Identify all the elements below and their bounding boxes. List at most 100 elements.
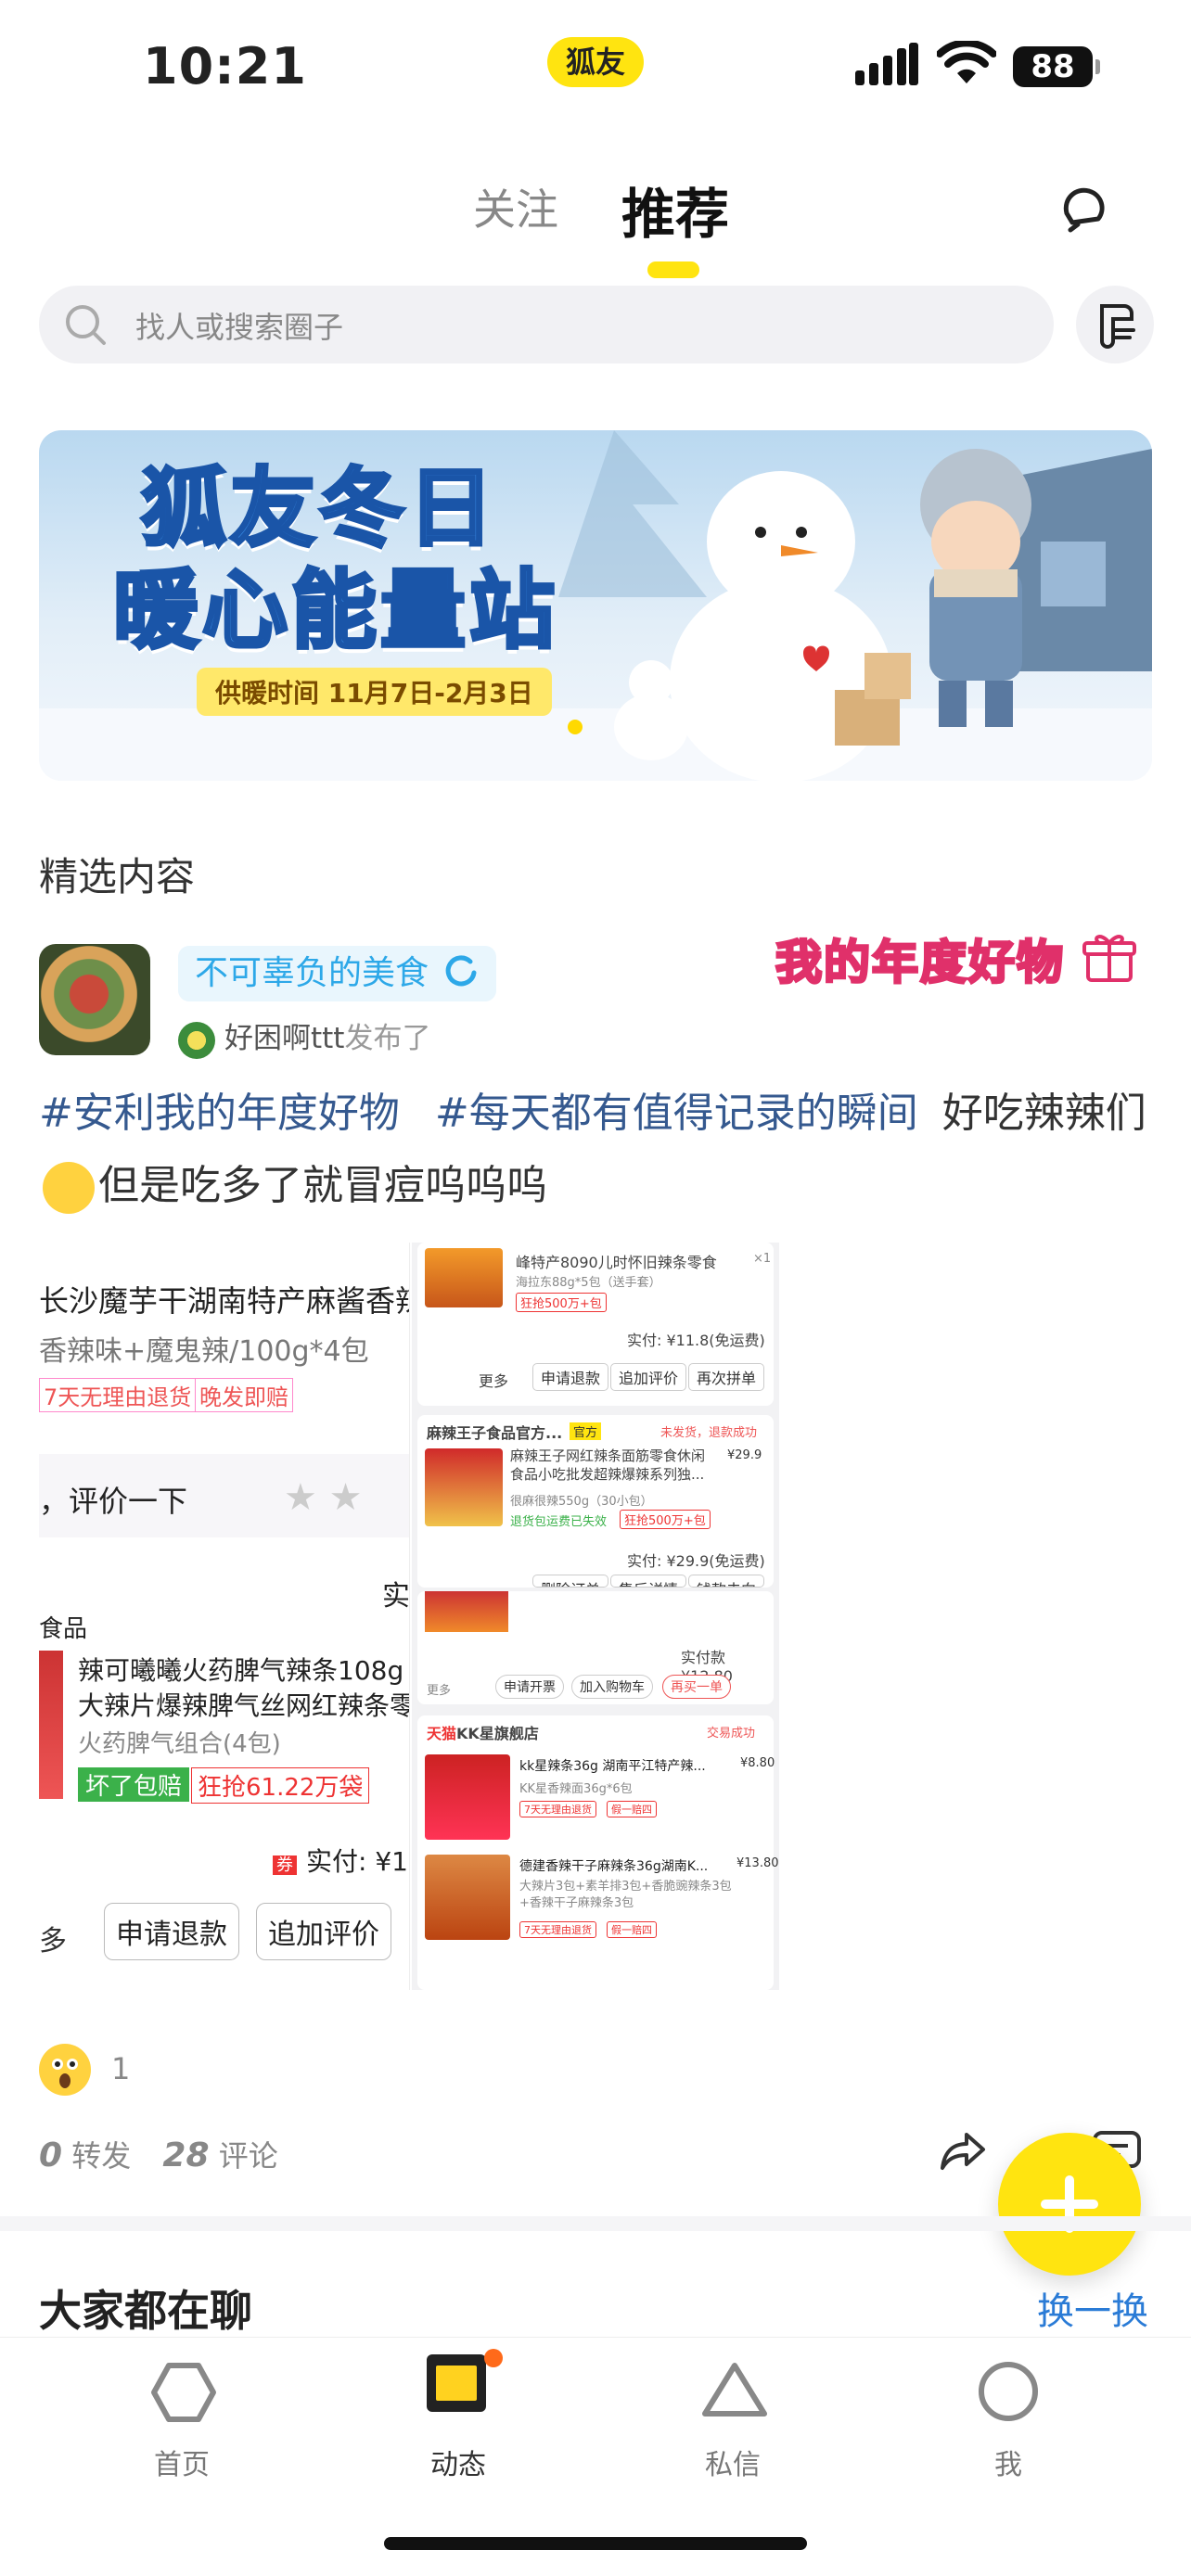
order-tag: 7天无理由退货 (519, 1921, 596, 1938)
product-thumb (425, 1248, 503, 1307)
product-spec: 香辣味+魔鬼辣/100g*4包 (39, 1335, 369, 1368)
post-action: 发布了 (344, 1022, 431, 1055)
item-name-2: 大辣片爆辣脾气丝网红辣条零 (78, 1690, 410, 1721)
triangle-messages-icon (702, 2363, 767, 2417)
order-price: ¥8.80 (740, 1756, 775, 1770)
nav-label: 私信 (705, 2449, 761, 2481)
refresh-link[interactable]: 换一换 (1037, 2281, 1148, 2335)
add-review-button[interactable]: 追加评价 (610, 1363, 687, 1391)
hashtag-link[interactable]: #安利我的年度好物 (39, 1090, 400, 1137)
mall-name: 天猫 (427, 1725, 457, 1742)
search-input[interactable]: 找人或搜索圈子 (39, 286, 1054, 363)
comment-label[interactable]: 评论 (219, 2138, 278, 2174)
post-body-2: 但是吃多了就冒痘呜呜呜 (98, 1162, 547, 1209)
delete-order-button[interactable]: 删除订单 (532, 1575, 609, 1588)
order-tag: 假一赔四 (607, 1921, 657, 1938)
hashtag-link[interactable]: #每天都有值得记录的瞬间 (435, 1090, 918, 1137)
refresh-icon (446, 955, 477, 987)
order-spec: 很麻很辣550g（30小包） (510, 1495, 653, 1509)
nav-messages[interactable]: 私信 (649, 2338, 816, 2481)
invoice-button[interactable]: 申请开票 (495, 1675, 564, 1699)
nav-home[interactable]: 首页 (98, 2338, 265, 2481)
after-sale-button[interactable]: 售后详情 (610, 1575, 687, 1588)
author-avatar[interactable] (178, 1021, 215, 1059)
gift-icon (1082, 935, 1137, 982)
author-name[interactable]: 好困啊ttt (224, 1022, 344, 1055)
post-image-2[interactable]: 峰特产8090儿时怀旧辣条零食 ×1 海拉东88g*5包（送手套） 狂抢500万… (412, 1243, 779, 1990)
add-review-button[interactable]: 追加评价 (256, 1903, 391, 1960)
home-indicator (384, 2537, 807, 2550)
more-link[interactable]: 多 (39, 1918, 67, 1958)
order-tag: 假一赔四 (607, 1801, 657, 1817)
tab-follow[interactable]: 关注 (473, 176, 558, 237)
status-bar: 10:21 狐友 88 (0, 0, 1191, 139)
chat-section-title: 大家都在聊 (39, 2286, 252, 2336)
refund-button[interactable]: 申请退款 (104, 1903, 239, 1960)
refund-button[interactable]: 申请退款 (532, 1363, 609, 1391)
add-to-cart-button[interactable]: 加入购物车 (571, 1675, 653, 1699)
badge-text: 我的年度好物 (775, 935, 1065, 991)
paid-amount: 券实付: ¥13 (273, 1842, 409, 1879)
comment-count: 28 (162, 2136, 210, 2174)
refund-track-button[interactable]: 钱款去向 (688, 1575, 765, 1588)
order-spec: KK星香辣面36g*6包 (519, 1782, 633, 1796)
share-icon[interactable] (937, 2125, 989, 2177)
tab-recommend[interactable]: 推荐 (621, 171, 729, 249)
battery-indicator: 88 (1013, 46, 1100, 87)
feed-square-icon (427, 2349, 503, 2412)
buy-again-button[interactable]: 再买一单 (662, 1675, 731, 1699)
order-price: ¥13.80 (736, 1856, 779, 1870)
order-title: kk星辣条36g 湖南平江特产辣... (519, 1759, 706, 1774)
promo-banner[interactable]: 狐友冬日 暖心能量站 供暖时间 11月7日-2月3日 (39, 430, 1152, 781)
post-text: #安利我的年度好物 #每天都有值得记录的瞬间 好吃辣辣们但是吃多了就冒痘呜呜呜 (39, 1078, 1161, 1222)
nav-feed[interactable]: 动态 (375, 2338, 542, 2481)
order-card-3: 实付款¥12.80 更多 申请开票 加入购物车 再买一单 (417, 1591, 774, 1704)
shy-face-emoji-icon (43, 1162, 95, 1214)
post-image-1[interactable]: 长沙魔芋干湖南特产麻酱香辣 香辣味+魔鬼辣/100g*4包 7天无理由退货 晚发… (39, 1243, 410, 1990)
nav-label: 动态 (430, 2449, 486, 2481)
cellular-signal-icon (855, 43, 918, 85)
nav-profile[interactable]: 我 (925, 2338, 1092, 2481)
review-prompt: ，评价一下 (39, 1484, 188, 1519)
order-paid: 实付: ¥11.8(免运费) (627, 1332, 765, 1349)
profile-card-icon (1100, 304, 1135, 349)
shop-name: 麻辣王子食品官方... (427, 1424, 563, 1442)
order-card-2: 麻辣王子食品官方... 官方 未发货，退款成功 麻辣王子网红辣条面筋零食休闲食品… (417, 1415, 774, 1588)
banner-title-line2: 暖心能量站 (111, 559, 559, 662)
post-author-line[interactable]: 好困啊ttt发布了 (178, 1014, 430, 1059)
carousel-dot (568, 720, 583, 734)
order-qty: ×1 (753, 1252, 772, 1266)
clock: 10:21 (143, 37, 307, 96)
banner-title-line1: 狐友冬日 (139, 457, 498, 560)
shop-name: 天猫KK星旗舰店 (427, 1721, 539, 1743)
shop-title: KK星旗舰店 (456, 1725, 539, 1742)
product-thumb (425, 1754, 510, 1840)
more-link[interactable]: 更多 (427, 1680, 451, 1698)
star-rating-icon[interactable]: ★ ★ (284, 1476, 362, 1519)
repost-label[interactable]: 转发 (71, 2138, 131, 2174)
scan-button[interactable] (1076, 286, 1154, 363)
more-link[interactable]: 更多 (479, 1369, 508, 1391)
shop-name: 食品 (39, 1615, 88, 1643)
create-post-button[interactable] (998, 2133, 1141, 2276)
shocked-face-reaction-icon[interactable] (39, 2044, 91, 2096)
paid-amount-text: 实付: ¥13 (306, 1846, 409, 1877)
notification-bell-icon[interactable] (1057, 182, 1109, 234)
product-thumb (39, 1651, 63, 1799)
reorder-button[interactable]: 再次拼单 (688, 1363, 765, 1391)
product-thumb (425, 1448, 503, 1526)
product-title: 长沙魔芋干湖南特产麻酱香辣 (39, 1283, 410, 1319)
late-ship-tag: 晚发即赔 (195, 1378, 293, 1412)
circle-name-tag[interactable]: 不可辜负的美食 (178, 946, 497, 1001)
order-tag: 7天无理由退货 (519, 1801, 596, 1817)
app-pill[interactable]: 狐友 (547, 37, 644, 87)
guarantee-tag: 坏了包赔 (78, 1767, 190, 1802)
wifi-icon (937, 41, 996, 83)
yearly-goods-badge: 我的年度好物 (775, 925, 1137, 992)
search-icon (66, 305, 106, 345)
circle-avatar[interactable] (39, 944, 150, 1055)
circle-profile-icon (979, 2362, 1038, 2421)
banner-subtitle: 供暖时间 11月7日-2月3日 (197, 668, 552, 716)
post-stats: 0 转发 28 评论 (39, 2133, 278, 2175)
section-title: 精选内容 (39, 854, 196, 899)
